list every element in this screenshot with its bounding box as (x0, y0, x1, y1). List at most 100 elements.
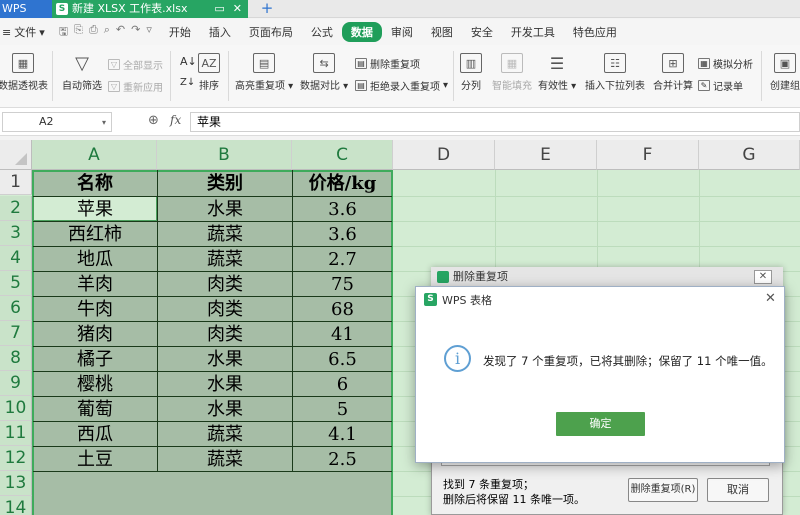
data-compare-button[interactable]: ⇆ 数据对比 ▾ (300, 53, 348, 92)
print-icon[interactable]: ⎙ (89, 23, 98, 42)
new-tab-button[interactable]: + (258, 0, 276, 18)
redo-icon[interactable]: ↷ (131, 23, 140, 42)
validity-button[interactable]: ☰ 有效性 ▾ (538, 53, 576, 93)
formula-input[interactable]: 苹果 (190, 112, 800, 132)
format-painter-icon[interactable]: ⎘ (74, 23, 83, 42)
tab-document[interactable]: S 新建 XLSX 工作表.xlsx ▭ ✕ (52, 0, 248, 18)
sort-ascending-button[interactable]: A↓ (180, 55, 197, 68)
undo-icon[interactable]: ↶ (116, 23, 125, 42)
cell-category[interactable]: 肉类 (158, 272, 292, 297)
cell-name[interactable]: 樱桃 (33, 372, 157, 397)
preview-icon[interactable]: ⌕ (104, 23, 110, 42)
tab-close-icon[interactable]: ✕ (233, 0, 242, 18)
row-header[interactable]: 6 (0, 296, 32, 321)
remove-duplicates-confirm-button[interactable]: 删除重复项(R) (628, 478, 698, 502)
cell-price[interactable]: 2.7 (293, 247, 392, 272)
cancel-button[interactable]: 取消 (707, 478, 769, 502)
sort-descending-button[interactable]: Z↓ (180, 77, 195, 88)
header-cell-name[interactable]: 名称 (33, 171, 157, 196)
create-group-button[interactable]: ▣ 创建组 (770, 53, 800, 92)
cell-price[interactable]: 68 (293, 297, 392, 322)
cell-name[interactable]: 葡萄 (33, 397, 157, 422)
cell-price[interactable]: 6.5 (293, 347, 392, 372)
cell-price[interactable]: 3.6 (293, 222, 392, 247)
row-header[interactable]: 1 (0, 170, 32, 195)
cell-price[interactable]: 41 (293, 322, 392, 347)
cell-category[interactable]: 肉类 (158, 297, 292, 322)
row-header[interactable]: 3 (0, 221, 32, 246)
row-header[interactable]: 5 (0, 271, 32, 296)
tab-wps-home[interactable]: WPS (0, 0, 52, 18)
row-header[interactable]: 14 (0, 496, 32, 515)
highlight-duplicates-button[interactable]: ▤ 高亮重复项 ▾ (235, 53, 293, 92)
menu-features[interactable]: 特色应用 (564, 22, 626, 42)
menu-data[interactable]: 数据 (341, 22, 382, 42)
autofilter-button[interactable]: ▽ 自动筛选 (62, 53, 102, 93)
chevron-down-icon[interactable]: ▾ (102, 118, 106, 127)
cell-price[interactable]: 4.1 (293, 422, 392, 447)
menu-page-layout[interactable]: 页面布局 (240, 22, 302, 42)
cell-name[interactable]: 西瓜 (33, 422, 157, 447)
cell-category[interactable]: 水果 (158, 347, 292, 372)
menu-formula[interactable]: 公式 (302, 22, 342, 42)
cell-name[interactable]: 猪肉 (33, 322, 157, 347)
file-menu[interactable]: ≡ 文件 ▾ (0, 24, 51, 40)
row-header[interactable]: 7 (0, 321, 32, 346)
reject-duplicates-button[interactable]: ▤ 拒绝录入重复项 ▾ (355, 78, 448, 93)
cell-name[interactable]: 羊肉 (33, 272, 157, 297)
menu-home[interactable]: 开始 (160, 22, 200, 42)
cell-price[interactable]: 6 (293, 372, 392, 397)
cell-name[interactable]: 牛肉 (33, 297, 157, 322)
cell-price[interactable]: 3.6 (293, 197, 392, 222)
cell-price[interactable]: 2.5 (293, 447, 392, 472)
column-header-a[interactable]: A (32, 140, 157, 170)
insert-dropdown-button[interactable]: ☷ 插入下拉列表 (585, 53, 645, 92)
show-all-button[interactable]: ▽ 全部显示 (108, 57, 163, 72)
column-header-c[interactable]: C (292, 140, 393, 170)
cell-price[interactable]: 5 (293, 397, 392, 422)
close-icon[interactable]: ✕ (765, 291, 776, 306)
zoom-icon[interactable]: ⊕ (148, 113, 159, 128)
column-header-g[interactable]: G (699, 140, 800, 170)
more-icon[interactable]: ▿ (146, 23, 152, 42)
cell-price[interactable]: 75 (293, 272, 392, 297)
menu-review[interactable]: 审阅 (382, 22, 422, 42)
select-all-corner[interactable] (0, 140, 32, 170)
column-header-b[interactable]: B (157, 140, 292, 170)
split-column-button[interactable]: ▥ 分列 (460, 53, 482, 92)
column-header-f[interactable]: F (597, 140, 699, 170)
cell-name[interactable]: 地瓜 (33, 247, 157, 272)
cell-name[interactable]: 土豆 (33, 447, 157, 472)
pivot-table-button[interactable]: ▦ 数据透视表 (0, 53, 48, 92)
cell-name[interactable]: 橘子 (33, 347, 157, 372)
cell-category[interactable]: 蔬菜 (158, 247, 292, 272)
smart-fill-button[interactable]: ▦ 智能填充 (492, 53, 532, 92)
cell-category[interactable]: 水果 (158, 372, 292, 397)
row-header[interactable]: 13 (0, 471, 32, 496)
header-cell-category[interactable]: 类别 (158, 171, 292, 196)
menu-insert[interactable]: 插入 (200, 22, 240, 42)
menu-security[interactable]: 安全 (462, 22, 502, 42)
sort-button[interactable]: AZ 排序 (198, 53, 220, 92)
cell-category[interactable]: 水果 (158, 397, 292, 422)
row-header[interactable]: 8 (0, 346, 32, 371)
function-icon[interactable]: fx (170, 113, 181, 127)
column-header-d[interactable]: D (393, 140, 495, 170)
ok-button[interactable]: 确定 (556, 412, 645, 436)
reapply-button[interactable]: ▽ 重新应用 (108, 79, 163, 94)
record-form-button[interactable]: ✎ 记录单 (698, 78, 743, 93)
cell-name[interactable]: 西红柿 (33, 222, 157, 247)
cell-category[interactable]: 水果 (158, 197, 292, 222)
row-header[interactable]: 11 (0, 421, 32, 446)
cell-category[interactable]: 蔬菜 (158, 447, 292, 472)
save-icon[interactable]: 🖫 (59, 23, 68, 42)
cell-category[interactable]: 蔬菜 (158, 222, 292, 247)
menu-view[interactable]: 视图 (422, 22, 462, 42)
remove-duplicates-button[interactable]: ▤ 删除重复项 (355, 56, 420, 71)
what-if-button[interactable]: ▦ 模拟分析 (698, 56, 753, 71)
row-header[interactable]: 2 (0, 196, 32, 221)
header-cell-price[interactable]: 价格/kg (293, 171, 392, 196)
row-header[interactable]: 9 (0, 371, 32, 396)
tab-restore-icon[interactable]: ▭ (214, 0, 224, 18)
column-header-e[interactable]: E (495, 140, 597, 170)
